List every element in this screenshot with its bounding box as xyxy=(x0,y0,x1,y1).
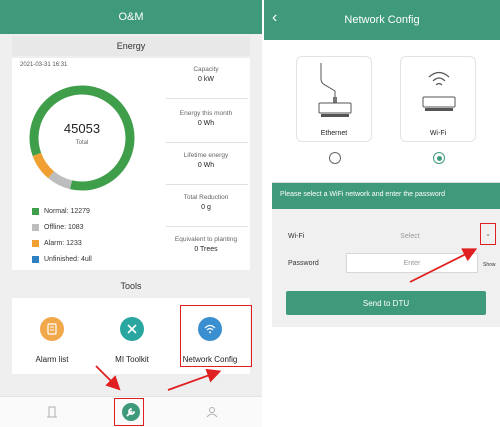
list-icon xyxy=(40,317,64,341)
legend-item-normal: Normal: 12279 xyxy=(32,203,92,219)
wifi-router-icon xyxy=(422,71,456,111)
send-to-dtu-button[interactable]: Send to DTU xyxy=(286,291,486,315)
stat-divider xyxy=(166,226,248,227)
screenshot-composite: O&M Energy 2021-03-31 16:31 45053 Total … xyxy=(0,0,500,427)
donut-segment xyxy=(29,85,135,191)
legend-swatch xyxy=(32,239,39,247)
energy-stats: Capacity 0 kW Energy this month 0 Wh Lif… xyxy=(162,58,250,270)
stat-divider xyxy=(166,98,248,99)
wifi-config-form: Please select a WiFi network and enter t… xyxy=(272,182,500,327)
password-field-label: Password xyxy=(288,260,319,267)
password-input[interactable]: Enter xyxy=(346,253,478,273)
donut-total-value: 45053 xyxy=(63,121,101,136)
stat-divider xyxy=(166,142,248,143)
wifi-field-label: Wi-Fi xyxy=(288,233,305,240)
plant-tab[interactable] xyxy=(38,401,66,425)
wrench-screwdriver-icon xyxy=(120,317,144,341)
ethernet-radio[interactable] xyxy=(329,152,341,164)
wifi-radio[interactable] xyxy=(433,152,445,164)
wifi-instruction-banner: Please select a WiFi network and enter t… xyxy=(272,183,500,209)
stat-trees-planted: Equivalent to planting 0 Trees xyxy=(174,236,238,253)
ethernet-router-icon xyxy=(318,63,352,117)
stat-lifetime-energy: Lifetime energy 0 Wh xyxy=(183,152,229,169)
donut-segment xyxy=(29,85,135,191)
tool-label: Alarm list xyxy=(35,355,69,364)
stat-total-reduction: Total Reduction 0 g xyxy=(183,194,229,211)
om-title: O&M xyxy=(118,11,144,23)
legend-item-offline: Offline: 1083 xyxy=(32,219,92,235)
legend-swatch xyxy=(32,255,39,263)
wifi-option[interactable]: Wi-Fi xyxy=(400,56,476,142)
ethernet-option[interactable]: Ethernet xyxy=(296,56,372,142)
tool-label: MI Toolkit xyxy=(115,355,149,364)
ethernet-label: Ethernet xyxy=(320,130,348,137)
tools-section-title: Tools xyxy=(12,276,250,296)
wifi-label: Wi-Fi xyxy=(429,130,447,137)
donut-segment xyxy=(29,85,135,191)
legend-item-unfinished: Unfinished: 4ull xyxy=(32,251,92,267)
energy-section-title: Energy xyxy=(12,36,250,56)
network-config-screen: ‹ Network Config Ethernet Wi-Fi Please s… xyxy=(264,0,500,427)
stat-capacity: Capacity 0 kW xyxy=(193,66,219,83)
network-config-header: ‹ Network Config xyxy=(264,0,500,40)
account-tab[interactable] xyxy=(198,401,226,425)
energy-card: 2021-03-31 16:31 45053 Total Normal: 122… xyxy=(12,58,250,270)
legend-swatch xyxy=(32,223,39,231)
building-icon xyxy=(47,406,57,421)
stat-energy-month: Energy this month 0 Wh xyxy=(179,110,233,127)
page-title: Network Config xyxy=(344,14,420,26)
highlight-network-config xyxy=(180,305,252,367)
donut-segments xyxy=(29,85,135,191)
donut-total-label: Total xyxy=(75,140,89,146)
tool-mi-toolkit[interactable]: MI Toolkit xyxy=(92,308,172,364)
password-toggle[interactable]: Show xyxy=(483,262,496,268)
status-donut-chart xyxy=(29,85,135,191)
wifi-select[interactable]: Select xyxy=(340,227,480,245)
tool-alarm-list[interactable]: Alarm list xyxy=(12,308,92,364)
user-icon xyxy=(206,406,218,421)
donut-segment xyxy=(29,85,135,191)
wifi-dropdown-button[interactable]: ⌄ xyxy=(480,223,496,245)
energy-date: 2021-03-31 16:31 xyxy=(20,62,68,68)
status-legend: Normal: 12279 Offline: 1083 Alarm: 1233 … xyxy=(32,203,92,267)
highlight-tools-tab xyxy=(114,398,144,426)
stat-divider xyxy=(166,184,248,185)
legend-swatch xyxy=(32,207,39,215)
chevron-left-icon[interactable]: ‹ xyxy=(272,9,277,27)
om-screen: O&M Energy 2021-03-31 16:31 45053 Total … xyxy=(0,0,262,427)
legend-item-alarm: Alarm: 1233 xyxy=(32,235,92,251)
chevron-down-icon: ⌄ xyxy=(485,231,491,238)
om-header: O&M xyxy=(0,0,262,34)
